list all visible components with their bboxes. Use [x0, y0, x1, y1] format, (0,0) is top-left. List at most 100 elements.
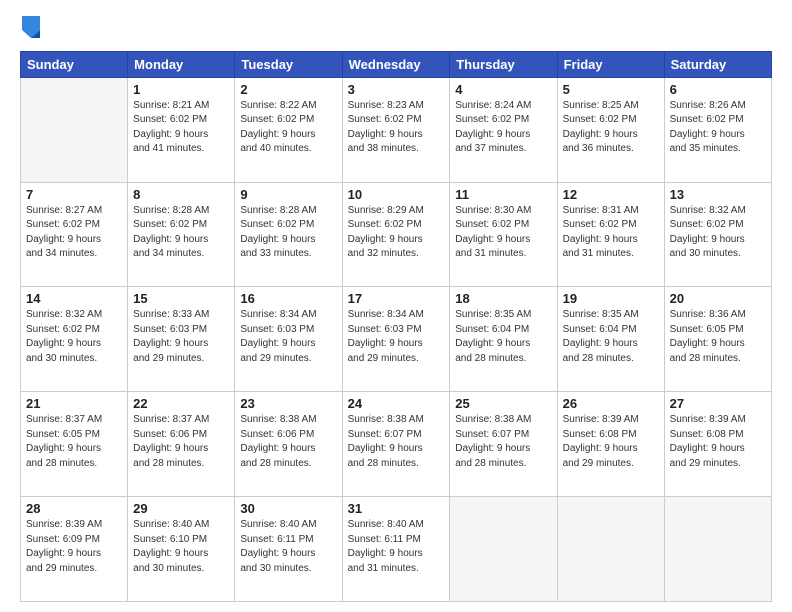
day-info: Sunrise: 8:35 AMSunset: 6:04 PMDaylight:…: [563, 308, 659, 366]
day-number: 2: [240, 82, 336, 97]
calendar-cell: 17 Sunrise: 8:34 AMSunset: 6:03 PMDayligh…: [342, 287, 450, 392]
calendar-cell: 1Sunrise: 8:21 AMSunset: 6:02 PMDaylight…: [128, 77, 235, 182]
calendar-cell: 12 Sunrise: 8:31 AMSunset: 6:02 PMDayligh…: [557, 182, 664, 287]
day-info: Sunrise: 8:33 AMSunset: 6:03 PMDaylight:…: [133, 308, 229, 366]
day-info: Sunrise: 8:39 AMSunset: 6:08 PMDaylight:…: [563, 413, 659, 471]
day-info: Sunrise: 8:37 AMSunset: 6:06 PMDaylight:…: [133, 413, 229, 471]
day-info: Sunrise: 8:39 AMSunset: 6:09 PMDaylight:…: [26, 518, 122, 576]
day-number: 25: [455, 396, 551, 411]
weekday-tuesday: Tuesday: [235, 51, 342, 77]
day-number: 6: [670, 82, 766, 97]
weekday-thursday: Thursday: [450, 51, 557, 77]
page: SundayMondayTuesdayWednesdayThursdayFrid…: [0, 0, 792, 612]
calendar-cell: 25 Sunrise: 8:38 AMSunset: 6:07 PMDayligh…: [450, 392, 557, 497]
calendar-cell: 4 Sunrise: 8:24 AMSunset: 6:02 PMDaylight…: [450, 77, 557, 182]
day-number: 11: [455, 187, 551, 202]
day-info: Sunrise: 8:28 AMSunset: 6:02 PMDaylight:…: [133, 204, 229, 262]
weekday-header-row: SundayMondayTuesdayWednesdayThursdayFrid…: [21, 51, 772, 77]
day-number: 22: [133, 396, 229, 411]
day-info: Sunrise: 8:38 AMSunset: 6:07 PMDaylight:…: [455, 413, 551, 471]
calendar-cell: 28 Sunrise: 8:39 AMSunset: 6:09 PMDayligh…: [21, 497, 128, 602]
calendar-table: SundayMondayTuesdayWednesdayThursdayFrid…: [20, 51, 772, 602]
calendar-cell: 15 Sunrise: 8:33 AMSunset: 6:03 PMDayligh…: [128, 287, 235, 392]
day-info: Sunrise: 8:21 AMSunset: 6:02 PMDaylight:…: [133, 99, 229, 157]
calendar-cell: 19 Sunrise: 8:35 AMSunset: 6:04 PMDayligh…: [557, 287, 664, 392]
week-row-2: 7 Sunrise: 8:27 AMSunset: 6:02 PMDaylight…: [21, 182, 772, 287]
logo-icon: [22, 16, 40, 38]
day-number: 30: [240, 501, 336, 516]
day-info: Sunrise: 8:40 AMSunset: 6:11 PMDaylight:…: [240, 518, 336, 576]
calendar-cell: 21Sunrise: 8:37 AMSunset: 6:05 PMDayligh…: [21, 392, 128, 497]
week-row-4: 21Sunrise: 8:37 AMSunset: 6:05 PMDayligh…: [21, 392, 772, 497]
day-number: 26: [563, 396, 659, 411]
calendar-cell: 11 Sunrise: 8:30 AMSunset: 6:02 PMDayligh…: [450, 182, 557, 287]
logo-text: [20, 20, 40, 43]
calendar-cell: 14 Sunrise: 8:32 AMSunset: 6:02 PMDayligh…: [21, 287, 128, 392]
calendar-cell: 8 Sunrise: 8:28 AMSunset: 6:02 PMDaylight…: [128, 182, 235, 287]
day-number: 12: [563, 187, 659, 202]
weekday-monday: Monday: [128, 51, 235, 77]
calendar-cell: 3Sunrise: 8:23 AMSunset: 6:02 PMDaylight…: [342, 77, 450, 182]
day-number: 5: [563, 82, 659, 97]
weekday-sunday: Sunday: [21, 51, 128, 77]
day-number: 28: [26, 501, 122, 516]
day-number: 20: [670, 291, 766, 306]
header: [20, 16, 772, 43]
calendar-cell: 27 Sunrise: 8:39 AMSunset: 6:08 PMDayligh…: [664, 392, 771, 497]
day-info: Sunrise: 8:40 AMSunset: 6:10 PMDaylight:…: [133, 518, 229, 576]
calendar-cell: 26 Sunrise: 8:39 AMSunset: 6:08 PMDayligh…: [557, 392, 664, 497]
day-info: Sunrise: 8:34 AMSunset: 6:03 PMDaylight:…: [240, 308, 336, 366]
day-number: 9: [240, 187, 336, 202]
calendar-cell: 2 Sunrise: 8:22 AMSunset: 6:02 PMDaylight…: [235, 77, 342, 182]
day-number: 19: [563, 291, 659, 306]
day-number: 18: [455, 291, 551, 306]
weekday-wednesday: Wednesday: [342, 51, 450, 77]
week-row-3: 14 Sunrise: 8:32 AMSunset: 6:02 PMDayligh…: [21, 287, 772, 392]
calendar-cell: 31Sunrise: 8:40 AMSunset: 6:11 PMDayligh…: [342, 497, 450, 602]
day-info: Sunrise: 8:22 AMSunset: 6:02 PMDaylight:…: [240, 99, 336, 157]
day-info: Sunrise: 8:24 AMSunset: 6:02 PMDaylight:…: [455, 99, 551, 157]
day-info: Sunrise: 8:29 AMSunset: 6:02 PMDaylight:…: [348, 204, 445, 262]
calendar-cell: [557, 497, 664, 602]
week-row-1: 1Sunrise: 8:21 AMSunset: 6:02 PMDaylight…: [21, 77, 772, 182]
day-info: Sunrise: 8:34 AMSunset: 6:03 PMDaylight:…: [348, 308, 445, 366]
day-number: 7: [26, 187, 122, 202]
logo: [20, 20, 40, 43]
day-number: 15: [133, 291, 229, 306]
day-number: 23: [240, 396, 336, 411]
calendar-cell: [664, 497, 771, 602]
calendar-cell: [450, 497, 557, 602]
day-info: Sunrise: 8:31 AMSunset: 6:02 PMDaylight:…: [563, 204, 659, 262]
calendar-cell: [21, 77, 128, 182]
day-number: 24: [348, 396, 445, 411]
weekday-friday: Friday: [557, 51, 664, 77]
day-info: Sunrise: 8:35 AMSunset: 6:04 PMDaylight:…: [455, 308, 551, 366]
calendar-cell: 18 Sunrise: 8:35 AMSunset: 6:04 PMDayligh…: [450, 287, 557, 392]
day-info: Sunrise: 8:25 AMSunset: 6:02 PMDaylight:…: [563, 99, 659, 157]
day-number: 8: [133, 187, 229, 202]
day-info: Sunrise: 8:30 AMSunset: 6:02 PMDaylight:…: [455, 204, 551, 262]
day-info: Sunrise: 8:39 AMSunset: 6:08 PMDaylight:…: [670, 413, 766, 471]
calendar-cell: 29Sunrise: 8:40 AMSunset: 6:10 PMDayligh…: [128, 497, 235, 602]
day-number: 27: [670, 396, 766, 411]
day-number: 14: [26, 291, 122, 306]
calendar-cell: 10Sunrise: 8:29 AMSunset: 6:02 PMDayligh…: [342, 182, 450, 287]
calendar-cell: 30 Sunrise: 8:40 AMSunset: 6:11 PMDayligh…: [235, 497, 342, 602]
day-number: 17: [348, 291, 445, 306]
day-info: Sunrise: 8:27 AMSunset: 6:02 PMDaylight:…: [26, 204, 122, 262]
day-info: Sunrise: 8:37 AMSunset: 6:05 PMDaylight:…: [26, 413, 122, 471]
calendar-cell: 24 Sunrise: 8:38 AMSunset: 6:07 PMDayligh…: [342, 392, 450, 497]
calendar-cell: 7 Sunrise: 8:27 AMSunset: 6:02 PMDaylight…: [21, 182, 128, 287]
day-info: Sunrise: 8:32 AMSunset: 6:02 PMDaylight:…: [26, 308, 122, 366]
day-info: Sunrise: 8:26 AMSunset: 6:02 PMDaylight:…: [670, 99, 766, 157]
day-info: Sunrise: 8:38 AMSunset: 6:07 PMDaylight:…: [348, 413, 445, 471]
calendar-cell: 22 Sunrise: 8:37 AMSunset: 6:06 PMDayligh…: [128, 392, 235, 497]
day-number: 4: [455, 82, 551, 97]
day-info: Sunrise: 8:32 AMSunset: 6:02 PMDaylight:…: [670, 204, 766, 262]
day-info: Sunrise: 8:36 AMSunset: 6:05 PMDaylight:…: [670, 308, 766, 366]
day-info: Sunrise: 8:28 AMSunset: 6:02 PMDaylight:…: [240, 204, 336, 262]
day-number: 16: [240, 291, 336, 306]
calendar-cell: 16 Sunrise: 8:34 AMSunset: 6:03 PMDayligh…: [235, 287, 342, 392]
calendar-cell: 20 Sunrise: 8:36 AMSunset: 6:05 PMDayligh…: [664, 287, 771, 392]
calendar-cell: 13Sunrise: 8:32 AMSunset: 6:02 PMDayligh…: [664, 182, 771, 287]
